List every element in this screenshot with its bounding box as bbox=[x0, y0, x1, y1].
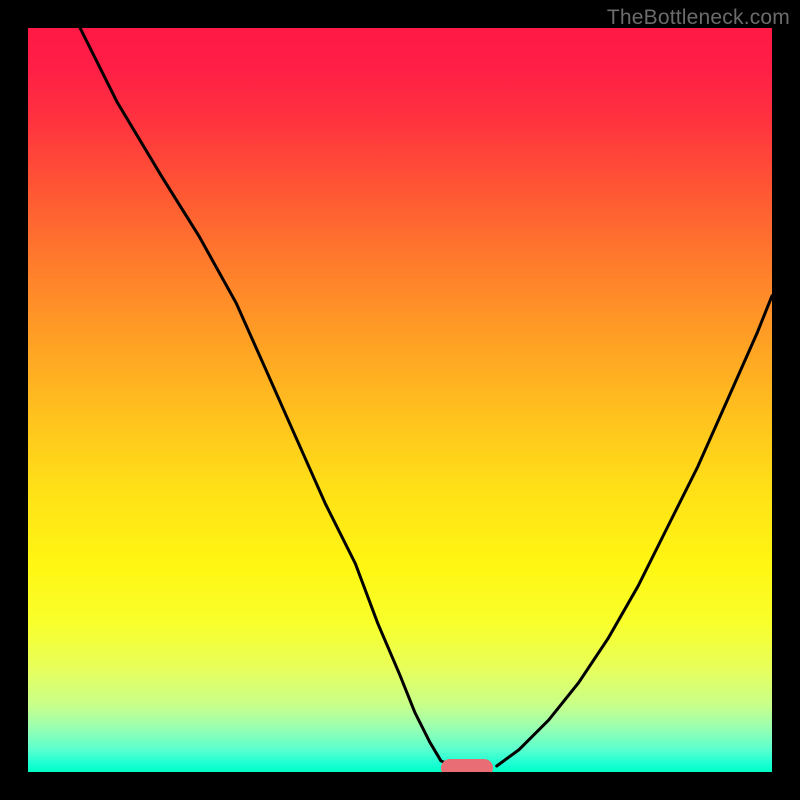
watermark-text: TheBottleneck.com bbox=[607, 6, 790, 30]
plot-area bbox=[28, 28, 772, 772]
chart-frame: TheBottleneck.com bbox=[0, 0, 800, 800]
curve-left bbox=[80, 28, 452, 766]
curve-right bbox=[497, 296, 772, 766]
optimal-marker bbox=[441, 759, 493, 772]
bottleneck-curve bbox=[28, 28, 772, 772]
